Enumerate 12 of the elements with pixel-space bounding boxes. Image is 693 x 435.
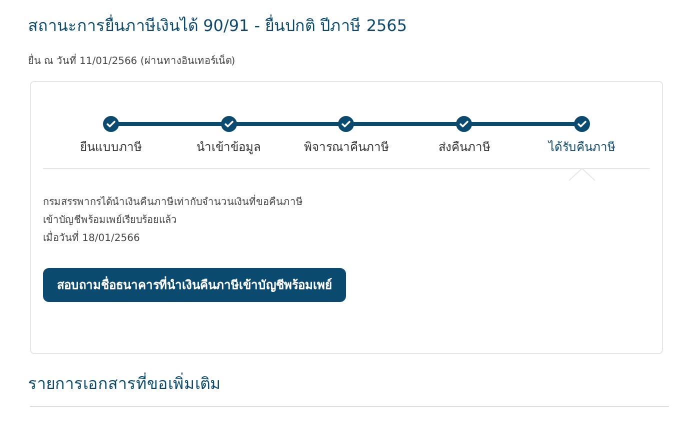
status-message: เมื่อวันที่ 18/01/2566	[43, 232, 650, 246]
step-label[interactable]: ส่งคืนภาษี	[438, 138, 490, 156]
status-message: เข้าบัญชีพร้อมเพย์เรียบร้อยแล้ว	[43, 214, 178, 228]
section-title: รายการเอกสารที่ขอเพิ่มเติม	[28, 372, 222, 395]
step-label[interactable]: ยืนแบบภาษี	[80, 138, 142, 156]
bank-inquiry-button[interactable]: สอบถามชื่อธนาคารที่นำเงินคืนภาษีเข้าบัญชีพร้อมเพย์	[43, 268, 346, 302]
step-label[interactable]: นำเข้าข้อมูล	[196, 138, 261, 156]
filing-date: ยื่น ณ วันที่ 11/01/2566 (ผ่านทางอินเทอร์เน็ต)	[28, 54, 663, 69]
step-label[interactable]: ได้รับคืนภาษี	[548, 138, 616, 156]
page-title: สถานะการยื่นภาษีเงินได้ 90/91 - ยื่นปกติ ปีภาษี 2565	[28, 14, 408, 37]
step-label[interactable]: พิจารณาคืนภาษี	[304, 138, 389, 156]
status-message: กรมสรรพากรได้นำเงินคืนภาษีเท่ากับจำนวนเงินที่ขอคืนภาษี	[43, 196, 650, 210]
